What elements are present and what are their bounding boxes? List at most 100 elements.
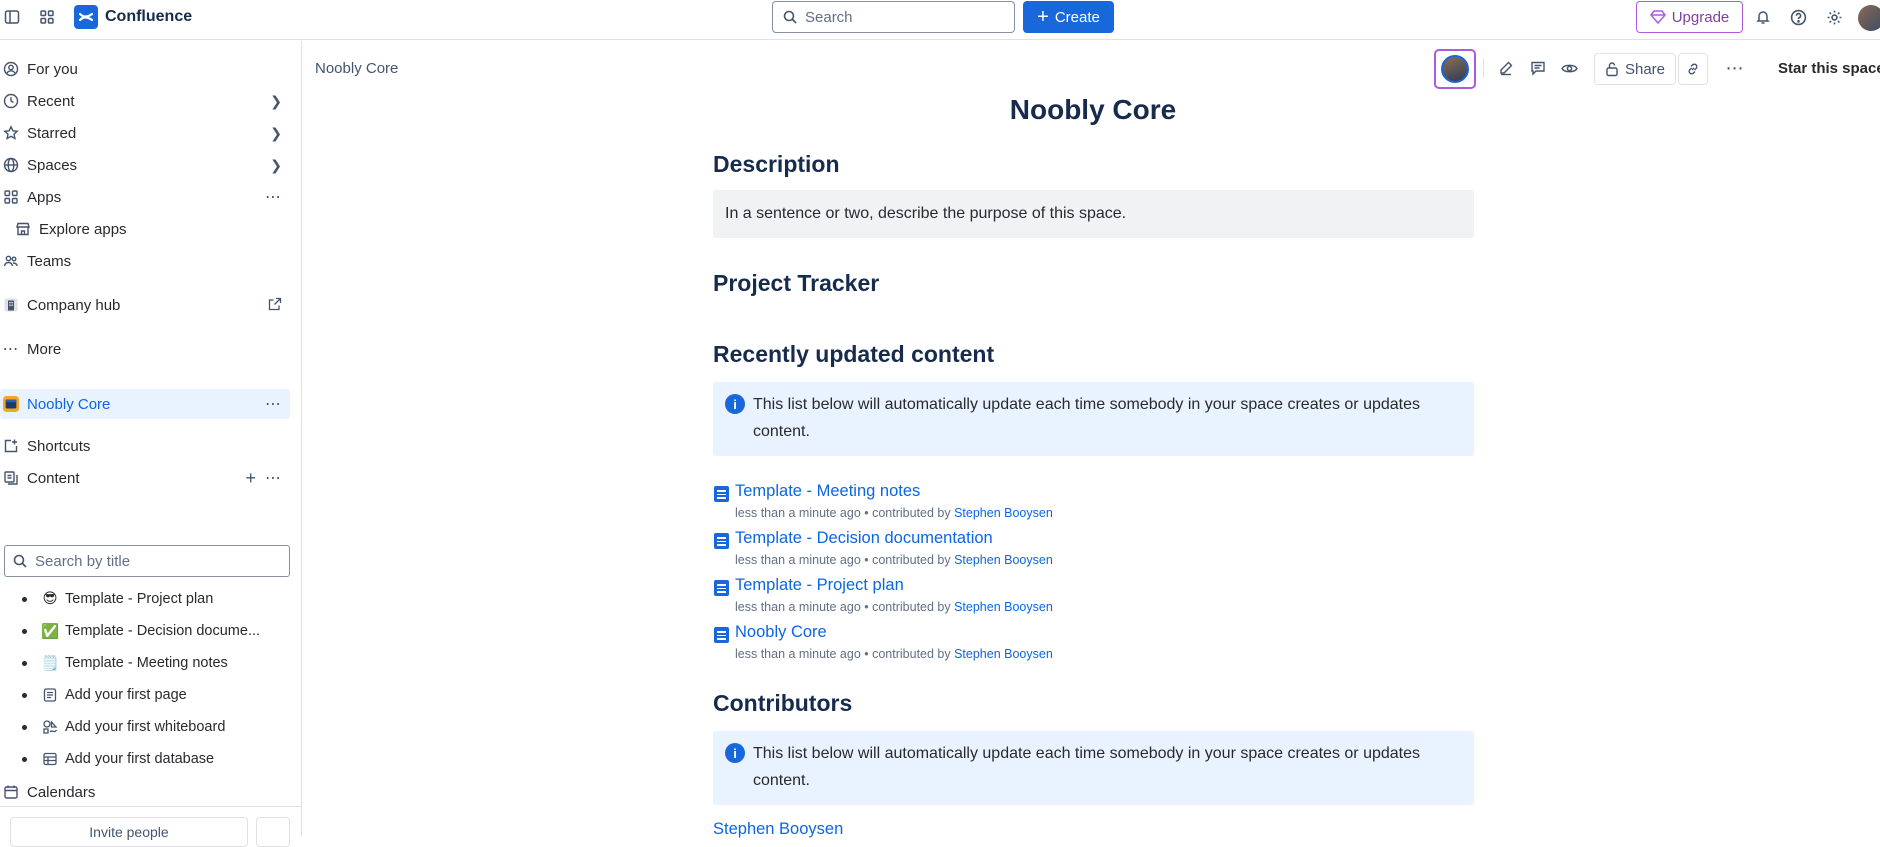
search-placeholder: Search: [805, 8, 853, 26]
sidebar-item-explore-apps[interactable]: Explore apps: [0, 214, 290, 244]
sidebar-item-label: Calendars: [27, 783, 96, 801]
sidebar-item-apps[interactable]: Apps ⋯: [0, 182, 290, 212]
settings-gear-icon[interactable]: [1822, 5, 1846, 29]
chevron-right-icon[interactable]: ❯: [270, 125, 282, 142]
more-actions-icon[interactable]: ⋯: [1723, 56, 1747, 80]
page-doc-icon: [714, 580, 729, 596]
sidebar-item-recent[interactable]: Recent ❯: [0, 86, 290, 116]
sidebar-item-label: Content: [27, 469, 80, 487]
info-text: This list below will automatically updat…: [753, 745, 1420, 789]
bullet: [22, 724, 27, 730]
create-label: Create: [1054, 8, 1100, 26]
description-heading: Description: [713, 151, 840, 177]
notifications-bell-icon[interactable]: [1751, 5, 1775, 29]
recent-item-link[interactable]: Noobly Core: [735, 623, 827, 642]
recent-item-meta-text: less than a minute ago • contributed by: [735, 506, 955, 520]
collapse-sidebar-icon[interactable]: [0, 5, 24, 29]
contributor-link[interactable]: Stephen Booysen: [954, 553, 1053, 567]
description-text: In a sentence or two, describe the purpo…: [725, 205, 1127, 222]
sidebar-item-calendars[interactable]: Calendars: [0, 777, 290, 807]
comment-icon[interactable]: [1526, 56, 1550, 80]
contributor-link[interactable]: Stephen Booysen: [954, 600, 1053, 614]
tree-item-add-first-whiteboard[interactable]: Add your first whiteboard: [0, 712, 290, 742]
project-tracker-heading: Project Tracker: [713, 270, 880, 296]
star-icon: [3, 125, 19, 141]
sidebar-item-more[interactable]: ⋯ More: [0, 334, 290, 364]
tree-item-meeting-notes[interactable]: 🗒️ Template - Meeting notes: [0, 648, 290, 678]
star-this-space-button[interactable]: Star this space: [1778, 60, 1880, 77]
apps-icon: [3, 189, 19, 205]
sidebar-item-content[interactable]: Content + ⋯: [0, 463, 290, 493]
recent-item: Template - Decision documentation less t…: [713, 527, 1313, 571]
top-navigation: Confluence Search + Create Upgrade: [0, 0, 1880, 40]
clock-icon: [3, 93, 19, 109]
invite-people-button[interactable]: Invite people: [10, 817, 248, 847]
sidebar-item-label: Company hub: [27, 296, 121, 314]
create-button[interactable]: + Create: [1023, 1, 1114, 33]
bullet: [22, 628, 27, 634]
bullet: [22, 596, 27, 602]
search-by-title-input[interactable]: Search by title: [4, 545, 290, 577]
sidebar-item-company-hub[interactable]: Company hub: [0, 290, 290, 320]
share-label: Share: [1624, 60, 1666, 78]
building-icon: [3, 297, 19, 313]
store-icon: [15, 221, 31, 237]
share-button[interactable]: Share: [1594, 53, 1676, 85]
bullet: [22, 660, 27, 666]
contributors-heading: Contributors: [713, 690, 853, 716]
recent-item-link[interactable]: Template - Meeting notes: [735, 482, 920, 501]
sidebar-item-for-you[interactable]: For you: [0, 54, 290, 84]
help-icon[interactable]: [1786, 5, 1810, 29]
tree-item-add-first-database[interactable]: Add your first database: [0, 744, 290, 774]
info-text: This list below will automatically updat…: [753, 396, 1420, 440]
contributor-link[interactable]: Stephen Booysen: [954, 647, 1053, 661]
calendar-icon: [3, 784, 19, 800]
tree-item-project-plan[interactable]: 😎 Template - Project plan: [0, 584, 290, 614]
search-icon: [13, 554, 27, 568]
sidebar-item-shortcuts[interactable]: Shortcuts: [0, 431, 290, 461]
edit-pencil-icon[interactable]: [1494, 56, 1518, 80]
tree-item-label: Template - Decision docume...: [65, 623, 261, 639]
watch-eye-icon[interactable]: [1557, 56, 1581, 80]
search-by-title-placeholder: Search by title: [35, 552, 131, 570]
copy-link-icon[interactable]: [1678, 53, 1708, 85]
tree-item-decision-documentation[interactable]: ✅ Template - Decision docume...: [0, 616, 290, 646]
recent-item-link[interactable]: Template - Project plan: [735, 576, 904, 595]
feedback-megaphone-icon[interactable]: [256, 817, 290, 847]
external-link-icon[interactable]: [268, 297, 282, 314]
sidebar-item-starred[interactable]: Starred ❯: [0, 118, 290, 148]
tree-item-label: Add your first database: [65, 751, 215, 767]
chevron-right-icon[interactable]: ❯: [270, 157, 282, 174]
more-options-icon[interactable]: ⋯: [265, 394, 282, 414]
search-input[interactable]: Search: [772, 1, 1015, 33]
sidebar-item-label: Starred: [27, 124, 77, 142]
contributor-link[interactable]: Stephen Booysen: [713, 820, 843, 839]
add-content-icon[interactable]: +: [245, 468, 256, 489]
app-switcher-icon[interactable]: [35, 5, 59, 29]
breadcrumb[interactable]: Noobly Core: [315, 60, 398, 77]
confluence-logo-icon[interactable]: [74, 5, 98, 29]
sidebar-item-teams[interactable]: Teams: [0, 246, 290, 276]
user-avatar[interactable]: [1858, 5, 1880, 31]
more-options-icon[interactable]: ⋯: [265, 468, 282, 488]
info-icon: i: [725, 743, 745, 763]
invite-label: Invite people: [89, 824, 169, 840]
recent-item-meta-text: less than a minute ago • contributed by: [735, 647, 955, 661]
upgrade-button[interactable]: Upgrade: [1636, 1, 1743, 33]
contributor-link[interactable]: Stephen Booysen: [954, 506, 1053, 520]
recent-item-meta: less than a minute ago • contributed by …: [735, 553, 1053, 567]
more-options-icon[interactable]: ⋯: [265, 187, 282, 207]
info-panel: i This list below will automatically upd…: [713, 382, 1474, 456]
recent-item-link[interactable]: Template - Decision documentation: [735, 529, 993, 548]
sidebar-item-label: Explore apps: [39, 220, 127, 238]
collaborator-avatar[interactable]: [1434, 49, 1476, 89]
brand-name[interactable]: Confluence: [105, 8, 192, 26]
chevron-right-icon[interactable]: ❯: [270, 93, 282, 110]
tree-item-add-first-page[interactable]: Add your first page: [0, 680, 290, 710]
sidebar-item-space-noobly-core[interactable]: Noobly Core ⋯: [0, 389, 290, 419]
tree-item-label: Template - Project plan: [65, 591, 214, 607]
sidebar-item-spaces[interactable]: Spaces ❯: [0, 150, 290, 180]
emoji-notepad-icon: 🗒️: [40, 655, 60, 672]
recently-updated-heading: Recently updated content: [713, 341, 995, 367]
tree-item-label: Template - Meeting notes: [65, 655, 228, 671]
